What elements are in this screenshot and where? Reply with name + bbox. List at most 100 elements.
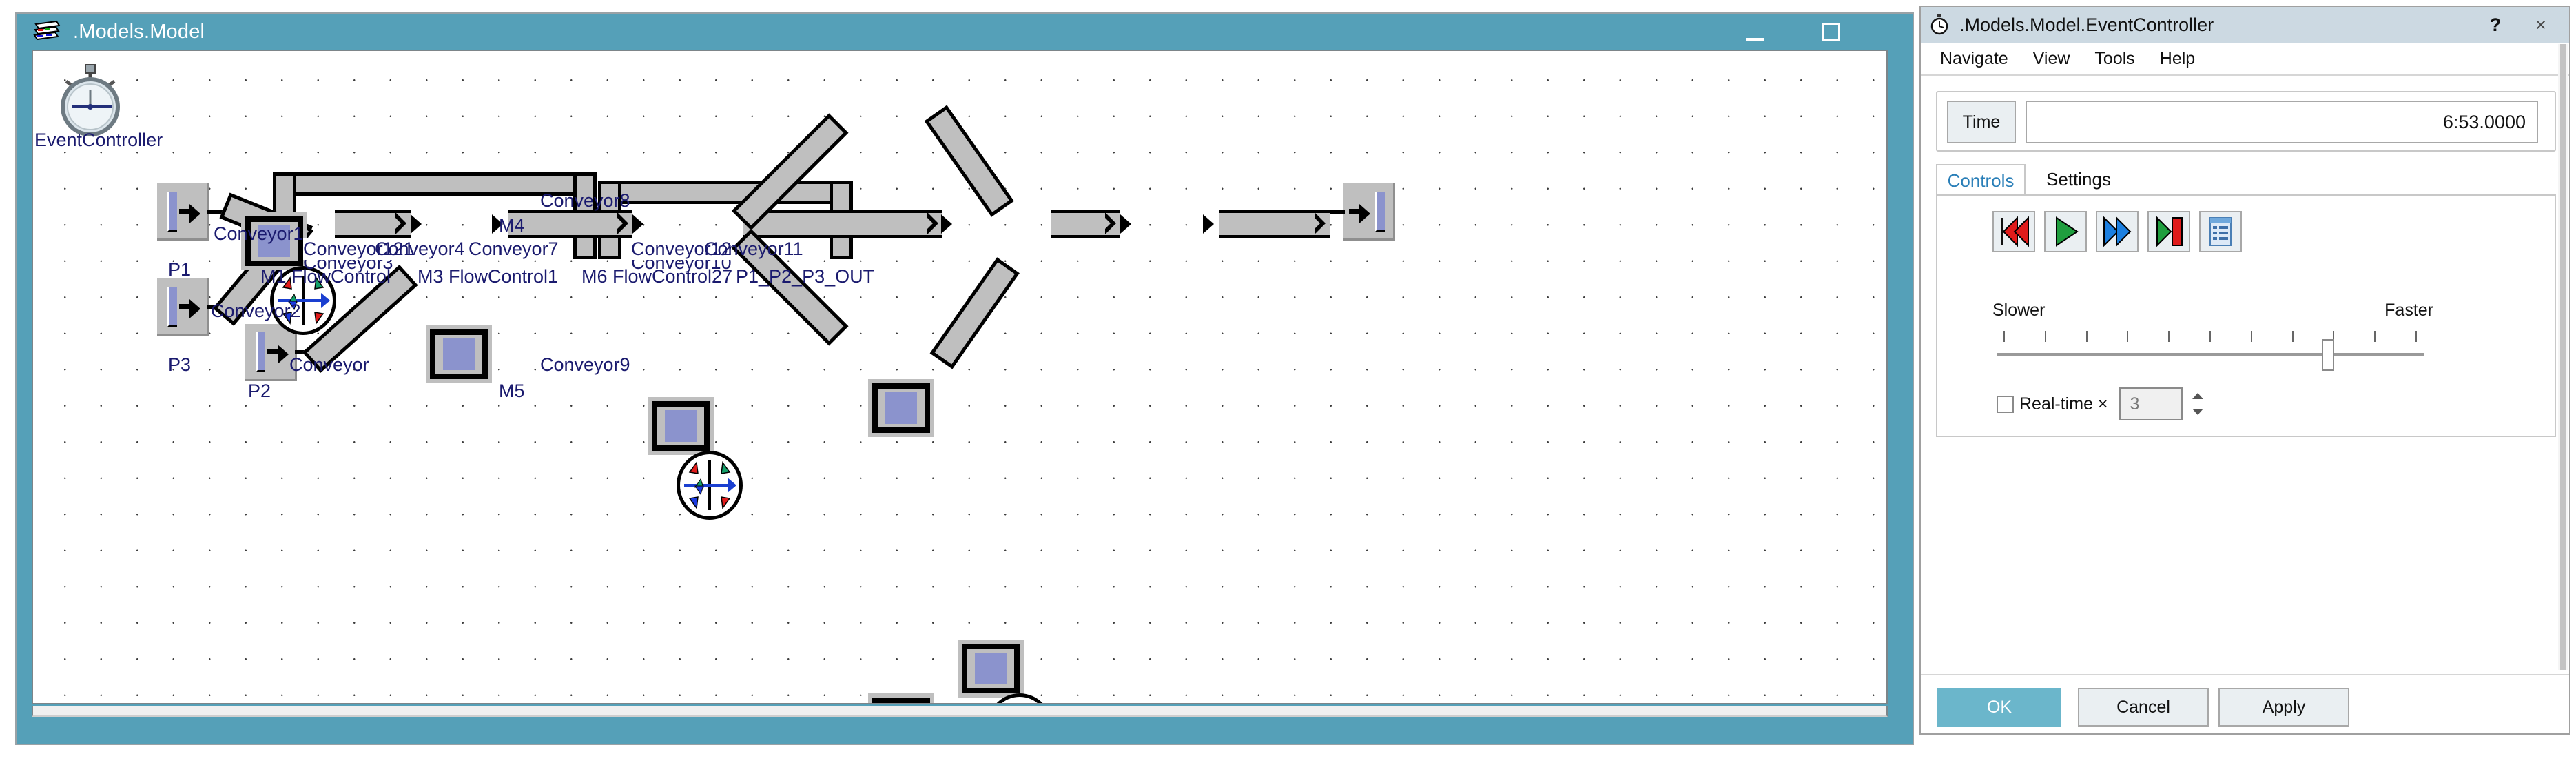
canvas-label-conveyor1: Conveyor1 xyxy=(214,223,304,244)
menu-item-help[interactable]: Help xyxy=(2160,49,2195,69)
quantity-stepper[interactable] xyxy=(2189,387,2207,420)
dialog-menubar: Navigate View Tools Help xyxy=(1921,43,2569,76)
stepper-down-icon[interactable] xyxy=(2192,409,2203,415)
conveyor3-segment[interactable] xyxy=(335,210,411,238)
tick xyxy=(2415,331,2417,342)
fast-forward-icon[interactable] xyxy=(2096,211,2139,252)
realtime-label: Real-time × xyxy=(2019,394,2108,414)
conveyor4[interactable] xyxy=(508,210,632,238)
time-display[interactable]: 6:53.0000 xyxy=(2026,101,2538,143)
speed-slower-label: Slower xyxy=(1992,301,2046,320)
station-m2[interactable] xyxy=(426,325,492,383)
canvas-label-conveyor9: Conveyor9 xyxy=(540,354,630,375)
model-canvas[interactable]: EventController Conveyor1 P1 Conveyor2 P… xyxy=(32,50,1888,704)
play-icon[interactable] xyxy=(2044,211,2087,252)
canvas-label-p1-p2-p3-out: P1_P2_P3_OUT xyxy=(736,266,875,287)
tab-settings[interactable]: Settings xyxy=(2027,164,2130,196)
ok-button[interactable]: OK xyxy=(1937,688,2061,727)
dialog-title: .Models.Model.EventController xyxy=(1959,14,2214,35)
list-icon[interactable] xyxy=(2199,211,2242,252)
conveyor8[interactable] xyxy=(924,105,1014,217)
speed-slider-track[interactable] xyxy=(1997,353,2424,356)
minimize-button[interactable] xyxy=(1726,14,1785,50)
conveyor11[interactable] xyxy=(1219,210,1330,238)
canvas-label-m4: M4 xyxy=(499,215,525,236)
simulation-control-buttons xyxy=(1992,211,2242,252)
cancel-button[interactable]: Cancel xyxy=(2078,688,2209,727)
dialog-footer: OK Cancel Apply xyxy=(1921,674,2569,735)
tick xyxy=(2127,331,2129,342)
arrow-to-m2 xyxy=(411,214,422,234)
station-m4[interactable] xyxy=(868,379,934,437)
station-m5[interactable] xyxy=(868,693,934,703)
tick xyxy=(2291,331,2294,342)
layers-icon xyxy=(32,19,62,45)
model-window: .Models.Model EventController Conveyor1 … xyxy=(15,12,1914,745)
canvas-label-conveyor11: Conveyor11 xyxy=(704,238,803,259)
apply-button[interactable]: Apply xyxy=(2218,688,2349,727)
canvas-label-conveyor: Conveyor xyxy=(289,354,369,375)
flowcontrol-m3[interactable] xyxy=(677,451,743,520)
arrow-to-m7 xyxy=(1120,214,1131,234)
maximize-button[interactable] xyxy=(1802,14,1861,50)
drain-p1-p2-p3-out[interactable] xyxy=(1343,183,1395,241)
speed-slider-thumb[interactable] xyxy=(2322,339,2334,371)
realtime-factor-input[interactable]: 3 xyxy=(2119,387,2183,420)
conveyor10[interactable] xyxy=(1051,210,1120,238)
time-group: Time 6:53.0000 xyxy=(1936,91,2556,152)
dialog-scrollbar[interactable] xyxy=(2558,44,2568,670)
controls-panel: Slower Faster Real-time × 3 xyxy=(1936,194,2556,437)
canvas-label-m3-flowcontrol1: M3 FlowControl1 xyxy=(418,266,559,287)
menu-item-navigate[interactable]: Navigate xyxy=(1940,49,2008,69)
stepper-up-icon[interactable] xyxy=(2192,393,2203,399)
tab-controls[interactable]: Controls xyxy=(1936,164,2026,196)
speed-slider-ticks xyxy=(2003,331,2417,342)
station-m6[interactable] xyxy=(958,640,1024,698)
stopwatch-icon xyxy=(1929,14,1950,35)
model-window-title: .Models.Model xyxy=(73,20,205,43)
canvas-label-m5: M5 xyxy=(499,380,525,401)
conveyor7[interactable] xyxy=(743,210,942,238)
canvas-label-m6-flowcontrol27: M6 FlowControl27 xyxy=(581,266,733,287)
rewind-to-start-icon[interactable] xyxy=(1992,211,2035,252)
arrow-from-m7 xyxy=(1203,214,1214,234)
conveyor9[interactable] xyxy=(929,257,1020,369)
tick xyxy=(2085,331,2088,342)
tick xyxy=(2374,331,2376,342)
tick xyxy=(2044,331,2046,342)
close-icon[interactable]: × xyxy=(2529,14,2553,36)
dialog-tabstrip: Controls Settings xyxy=(1936,164,2556,196)
canvas-label-m1-flowcontrol: M1 FlowControl xyxy=(260,266,391,287)
tick xyxy=(2003,331,2005,342)
realtime-checkbox[interactable] xyxy=(1997,395,2014,413)
arrow-to-m3 xyxy=(632,214,643,234)
canvas-horizontal-scrollbar[interactable] xyxy=(32,706,1888,717)
source-p1[interactable] xyxy=(157,183,209,241)
canvas-label-p1: P1 xyxy=(168,259,192,280)
canvas-label-conveyor4: Conveyor4 xyxy=(375,238,465,259)
station-m3[interactable] xyxy=(648,397,714,455)
canvas-label-conveyor8: Conveyor8 xyxy=(540,190,630,211)
speed-labels: Slower Faster xyxy=(1992,301,2433,321)
tick xyxy=(2209,331,2211,342)
dialog-titlebar[interactable]: .Models.Model.EventController ? × xyxy=(1921,7,2569,43)
step-to-end-icon[interactable] xyxy=(2147,211,2190,252)
link-conveyor11-drain xyxy=(1330,210,1345,214)
eventcontroller-dialog: .Models.Model.EventController ? × Naviga… xyxy=(1919,6,2570,735)
tick xyxy=(2168,331,2170,342)
menu-item-tools[interactable]: Tools xyxy=(2094,49,2134,69)
realtime-row: Real-time × 3 xyxy=(1997,387,2207,420)
canvas-label-conveyor7: Conveyor7 xyxy=(468,238,559,259)
menu-item-view[interactable]: View xyxy=(2033,49,2070,69)
help-button[interactable]: ? xyxy=(2484,14,2507,36)
time-button[interactable]: Time xyxy=(1947,101,2016,143)
canvas-label-conveyor2: Conveyor2 xyxy=(211,301,301,321)
canvas-label-p2: P2 xyxy=(248,380,271,401)
speed-faster-label: Faster xyxy=(2384,301,2433,320)
source-p3[interactable] xyxy=(157,278,209,336)
loop-pipe-2 xyxy=(598,181,853,204)
tick xyxy=(2250,331,2252,342)
arrow-to-m6 xyxy=(941,214,952,234)
model-window-titlebar[interactable]: .Models.Model xyxy=(17,14,1913,50)
canvas-label-p3: P3 xyxy=(168,354,192,375)
